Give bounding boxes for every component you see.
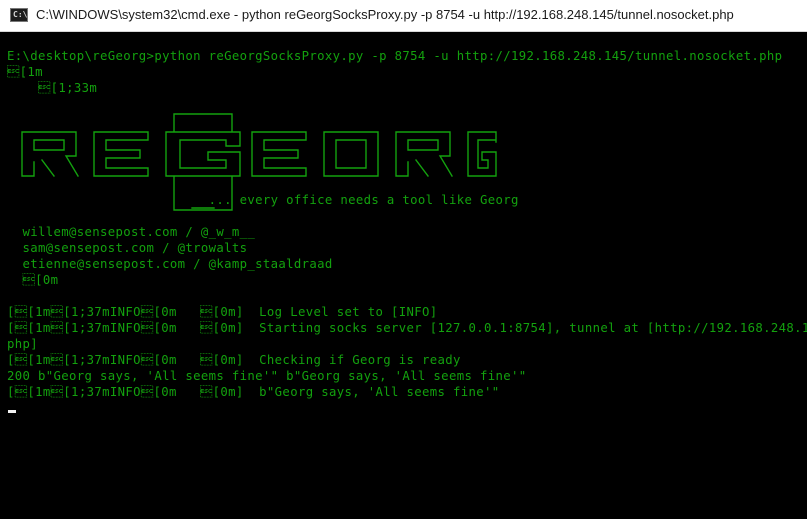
terminal-line-socks-server: [[1m[1;37mINFO[0m [0m] Starting sock…	[7, 321, 807, 335]
terminal-line-author-willem: willem@sensepost.com / @_w_m__	[7, 225, 256, 239]
terminal-line-author-sam: sam@sensepost.com / @trowalts	[7, 241, 248, 255]
terminal-line-escape-yellow: [1;33m	[7, 81, 98, 95]
terminal-line-log-level: [[1m[1;37mINFO[0m [0m] Log Level set…	[7, 305, 438, 319]
title-bar[interactable]: C:\ C:\WINDOWS\system32\cmd.exe - python…	[0, 0, 807, 32]
terminal-cursor	[8, 410, 16, 413]
terminal-line-georg-fine: [[1m[1;37mINFO[0m [0m] b"Georg says,…	[7, 385, 500, 399]
window-title: C:\WINDOWS\system32\cmd.exe - python reG…	[36, 7, 734, 22]
command-prompt-icon: C:\	[10, 8, 28, 22]
terminal-line-escape-reset: [0m	[7, 273, 59, 287]
app-icon-glyph: C:\	[13, 10, 28, 19]
terminal-line-socks-server-wrap: php]	[7, 337, 39, 351]
terminal-line-command: E:\desktop\reGeorg>python reGeorgSocksPr…	[7, 49, 783, 63]
terminal-line-author-etienne: etienne@sensepost.com / @kamp_staaldraad	[7, 257, 333, 271]
terminal-line-response-200: 200 b"Georg says, 'All seems fine'" b"Ge…	[7, 369, 527, 383]
terminal-line-checking-georg: [[1m[1;37mINFO[0m [0m] Checking if G…	[7, 353, 461, 367]
terminal-line-escape-bold: [1m	[7, 65, 43, 79]
terminal-output[interactable]: E:\desktop\reGeorg>python reGeorgSocksPr…	[0, 32, 807, 519]
terminal-line-tagline: ... every office needs a tool like Georg	[7, 193, 519, 207]
